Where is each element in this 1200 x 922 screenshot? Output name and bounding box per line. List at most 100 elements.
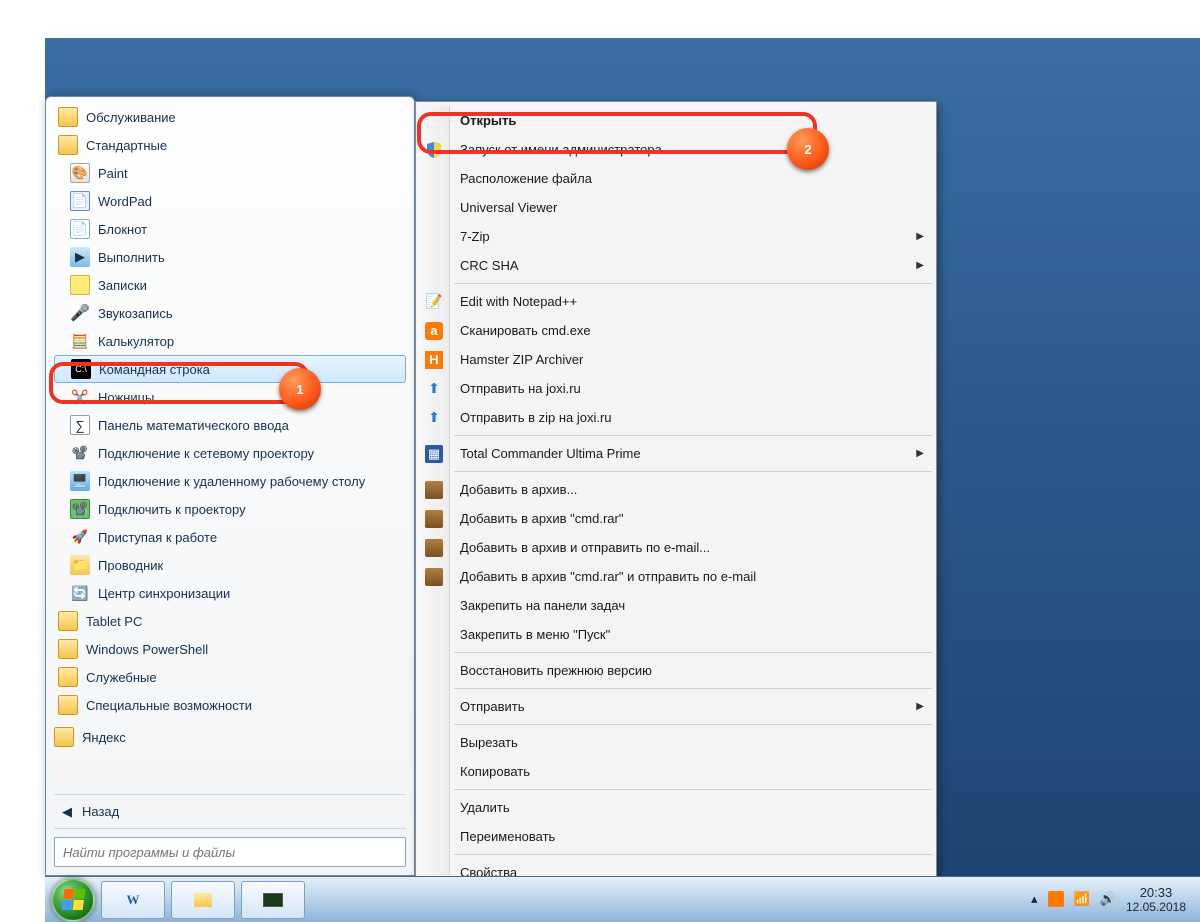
- context-menu-item[interactable]: ▦Total Commander Ultima Prime: [418, 439, 934, 468]
- start-menu: Обслуживание Стандартные 🎨Paint📄WordPad📄Бл…: [45, 96, 415, 876]
- taskbar-app-word[interactable]: W: [101, 881, 165, 919]
- context-menu-item[interactable]: Universal Viewer: [418, 193, 934, 222]
- program-item[interactable]: 🎨Paint: [54, 159, 406, 187]
- search-input[interactable]: [54, 837, 406, 867]
- context-menu-item[interactable]: Запуск от имени администратора: [418, 135, 934, 164]
- program-item[interactable]: Специальные возможности: [54, 691, 406, 719]
- back-button[interactable]: ◀ Назад: [54, 794, 406, 828]
- tray-volume-icon[interactable]: 🔊: [1100, 891, 1116, 907]
- program-item[interactable]: Яндекс: [54, 723, 406, 751]
- context-menu-item-label: Открыть: [460, 113, 516, 128]
- context-menu-separator: [454, 652, 932, 653]
- program-item[interactable]: ▶Выполнить: [54, 243, 406, 271]
- program-item[interactable]: ∑Панель математического ввода: [54, 411, 406, 439]
- context-menu-item[interactable]: 7-Zip: [418, 222, 934, 251]
- program-item-label: Центр синхронизации: [98, 586, 230, 601]
- program-item[interactable]: Служебные: [54, 663, 406, 691]
- paint-icon: 🎨: [70, 163, 90, 183]
- folder-icon: [58, 695, 78, 715]
- context-menu-item-label: Отправить на joxi.ru: [460, 381, 581, 396]
- program-item[interactable]: 📄WordPad: [54, 187, 406, 215]
- context-menu-item[interactable]: Вырезать: [418, 728, 934, 757]
- cmd-icon: C:\: [71, 359, 91, 379]
- context-menu-item-label: Копировать: [460, 764, 530, 779]
- rdp-icon: 🖥️: [70, 471, 90, 491]
- program-item[interactable]: 📄Блокнот: [54, 215, 406, 243]
- taskbar-app-explorer[interactable]: [171, 881, 235, 919]
- folder-icon: [58, 667, 78, 687]
- program-item[interactable]: ✂️Ножницы: [54, 383, 406, 411]
- folder-icon: [58, 135, 78, 155]
- context-menu-item-label: Total Commander Ultima Prime: [460, 446, 641, 461]
- tray-network-icon[interactable]: 📶: [1074, 891, 1090, 907]
- program-item[interactable]: 🧮Калькулятор: [54, 327, 406, 355]
- program-item-label: Windows PowerShell: [86, 642, 208, 657]
- program-item-label: Стандартные: [86, 138, 167, 153]
- program-item[interactable]: Windows PowerShell: [54, 635, 406, 663]
- tray-area: ▴ 📶 🔊 20:33 12.05.2018: [1031, 885, 1194, 915]
- context-menu-item[interactable]: Открыть: [418, 106, 934, 135]
- context-menu-item[interactable]: ⬆Отправить в zip на joxi.ru: [418, 403, 934, 432]
- program-item-label: Подключить к проектору: [98, 502, 246, 517]
- context-menu-item[interactable]: CRC SHA: [418, 251, 934, 280]
- context-menu-item[interactable]: Расположение файла: [418, 164, 934, 193]
- program-item[interactable]: 🖥️Подключение к удаленному рабочему стол…: [54, 467, 406, 495]
- context-menu-item[interactable]: aСканировать cmd.exe: [418, 316, 934, 345]
- context-menu-item[interactable]: Отправить: [418, 692, 934, 721]
- program-item[interactable]: Обслуживание: [54, 103, 406, 131]
- context-menu-separator: [454, 854, 932, 855]
- program-item[interactable]: Записки: [54, 271, 406, 299]
- getting-started-icon: 🚀: [70, 527, 90, 547]
- context-menu-item[interactable]: Копировать: [418, 757, 934, 786]
- context-menu-item-label: Hamster ZIP Archiver: [460, 352, 583, 367]
- program-item[interactable]: 📽️Подключение к сетевому проектору: [54, 439, 406, 467]
- start-button[interactable]: [51, 878, 95, 922]
- program-item[interactable]: 🎤Звукозапись: [54, 299, 406, 327]
- netproj-icon: 📽️: [70, 443, 90, 463]
- context-menu-item-label: Добавить в архив "cmd.rar" и отправить п…: [460, 569, 756, 584]
- program-item-label: Командная строка: [99, 362, 210, 377]
- context-menu-item[interactable]: HHamster ZIP Archiver: [418, 345, 934, 374]
- program-item-cmd[interactable]: C:\ Командная строка: [54, 355, 406, 383]
- context-menu-item-label: Запуск от имени администратора: [460, 142, 662, 157]
- program-item[interactable]: 📽️ Подключить к проектору: [54, 495, 406, 523]
- context-menu-item[interactable]: 📝Edit with Notepad++: [418, 287, 934, 316]
- program-item[interactable]: 📁Проводник: [54, 551, 406, 579]
- program-item-label: Специальные возможности: [86, 698, 252, 713]
- context-menu-item[interactable]: Добавить в архив "cmd.rar": [418, 504, 934, 533]
- program-item-label: WordPad: [98, 194, 152, 209]
- context-menu-item[interactable]: Добавить в архив...: [418, 475, 934, 504]
- context-menu-item[interactable]: ⬆Отправить на joxi.ru: [418, 374, 934, 403]
- program-item[interactable]: Стандартные: [54, 131, 406, 159]
- program-item-label: Приступая к работе: [98, 530, 217, 545]
- program-item-label: Звукозапись: [98, 306, 173, 321]
- context-menu-item[interactable]: Удалить: [418, 793, 934, 822]
- program-item[interactable]: 🚀 Приступая к работе: [54, 523, 406, 551]
- program-item[interactable]: Tablet PC: [54, 607, 406, 635]
- back-arrow-icon: ◀: [62, 804, 72, 820]
- context-menu-item[interactable]: Закрепить на панели задач: [418, 591, 934, 620]
- tray-chevron-icon[interactable]: ▴: [1031, 891, 1038, 907]
- context-menu: Открыть Запуск от имени администратора Рас…: [415, 101, 937, 892]
- desktop: Обслуживание Стандартные 🎨Paint📄WordPad📄Бл…: [45, 38, 1200, 922]
- winrar-icon: [424, 567, 444, 587]
- context-menu-item[interactable]: Добавить в архив и отправить по e-mail..…: [418, 533, 934, 562]
- proj-icon: 📽️: [70, 499, 90, 519]
- context-menu-item[interactable]: Восстановить прежнюю версию: [418, 656, 934, 685]
- taskbar: W ▴ 📶 🔊 20:33 12.05.2018: [45, 876, 1200, 922]
- notepadpp-icon: 📝: [424, 292, 444, 312]
- context-menu-item[interactable]: Переименовать: [418, 822, 934, 851]
- program-item[interactable]: 🔄Центр синхронизации: [54, 579, 406, 607]
- folder-icon: [58, 611, 78, 631]
- taskbar-app-monitor[interactable]: [241, 881, 305, 919]
- program-item-label: Панель математического ввода: [98, 418, 289, 433]
- context-menu-item[interactable]: Закрепить в меню "Пуск": [418, 620, 934, 649]
- tray-app-icon[interactable]: [1048, 891, 1064, 907]
- folder-icon: [58, 639, 78, 659]
- tray-clock[interactable]: 20:33 12.05.2018: [1126, 885, 1194, 915]
- program-item-label: Обслуживание: [86, 110, 176, 125]
- joxi-icon: ⬆: [424, 408, 444, 428]
- context-menu-item-label: Закрепить на панели задач: [460, 598, 625, 613]
- program-item-label: Калькулятор: [98, 334, 174, 349]
- context-menu-item[interactable]: Добавить в архив "cmd.rar" и отправить п…: [418, 562, 934, 591]
